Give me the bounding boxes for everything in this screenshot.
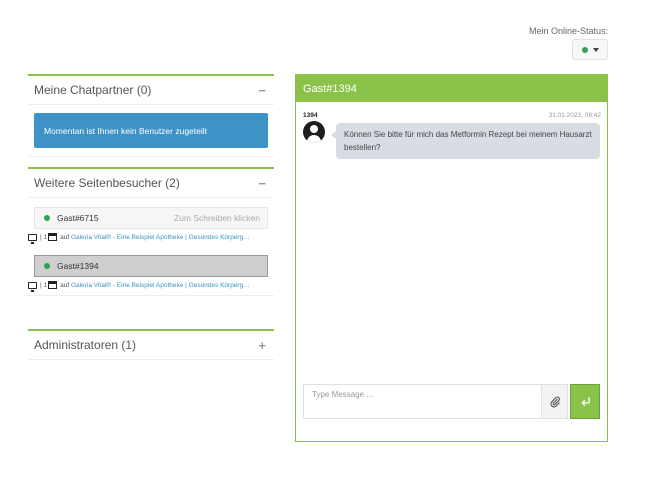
visitor-meta: | 1 auf Galeria Vital® - Eine Beispiel A… [28,277,268,293]
online-dot-icon [44,215,50,221]
message-meta: 1394 31.01.2023, 08:42 [296,102,607,119]
admins-panel: Administratoren (1) + [28,329,274,360]
on-label: auf [60,281,70,289]
chat-partners-panel: Meine Chatpartner (0) − Momentan ist Ihn… [28,74,274,157]
visitors-header[interactable]: Weitere Seitenbesucher (2) − [28,169,274,198]
browser-tabs-icon [48,233,58,241]
meta-separator: | [40,233,42,241]
tab-count: 1 [43,233,48,241]
admins-title: Administratoren (1) [34,338,137,352]
browser-tabs-icon [48,281,58,289]
caret-down-icon [592,47,599,52]
user-avatar-icon [303,121,325,143]
visitors-title: Weitere Seitenbesucher (2) [34,176,180,190]
expand-icon[interactable]: + [258,338,266,353]
collapse-icon[interactable]: − [258,176,266,191]
visitor-item: Gast#1394 | 1 auf Galeria Vital® - Eine … [28,255,268,293]
on-label: auf [60,233,70,241]
tab-count: 1 [43,281,48,289]
message-author: 1394 [303,112,318,119]
monitor-icon [28,233,37,244]
chat-partners-title: Meine Chatpartner (0) [34,83,152,97]
online-status-label: Mein Online-Status: [528,26,608,36]
online-indicator-icon [581,46,588,53]
online-status-dropdown[interactable] [572,39,608,60]
chat-partners-header[interactable]: Meine Chatpartner (0) − [28,76,274,105]
message-input[interactable] [303,384,541,419]
visitor-name: Gast#6715 [57,213,99,223]
collapse-icon[interactable]: − [258,83,266,98]
message-composer [303,384,600,419]
visitors-panel: Weitere Seitenbesucher (2) − Gast#6715 Z… [28,167,274,296]
chat-partners-body: Momentan ist Ihnen kein Benutzer zugetei… [28,105,274,157]
visitor-meta: | 1 auf Galeria Vital® - Eine Beispiel A… [28,229,268,245]
chat-title: Gast#1394 [296,75,607,102]
click-to-write-hint: Zum Schreiben klicken [174,213,260,223]
message-timestamp: 31.01.2023, 08:42 [548,112,601,119]
visitors-body: Gast#6715 Zum Schreiben klicken | 1 auf … [28,198,274,296]
no-user-assigned-info: Momentan ist Ihnen kein Benutzer zugetei… [34,113,268,148]
visitor-item: Gast#6715 Zum Schreiben klicken | 1 auf … [28,207,268,245]
admins-header[interactable]: Administratoren (1) + [28,331,274,360]
send-button[interactable] [570,384,600,419]
chat-message: Können Sie bitte für mich das Metformin … [296,119,607,159]
visitor-name: Gast#1394 [57,261,99,271]
meta-separator: | [40,281,42,289]
chat-window: Gast#1394 1394 31.01.2023, 08:42 Können … [295,74,608,442]
attach-button[interactable] [541,384,568,419]
message-bubble: Können Sie bitte für mich das Metformin … [331,123,600,159]
visitor-row-gast6715[interactable]: Gast#6715 Zum Schreiben klicken [34,207,268,229]
visited-page-link[interactable]: Galeria Vital® - Eine Beispiel Apotheke … [71,282,251,289]
online-dot-icon [44,263,50,269]
enter-icon [581,397,590,406]
visited-page-link[interactable]: Galeria Vital® - Eine Beispiel Apotheke … [71,234,251,241]
monitor-icon [28,281,37,292]
visitor-row-gast1394[interactable]: Gast#1394 [34,255,268,277]
paperclip-icon [549,396,560,407]
